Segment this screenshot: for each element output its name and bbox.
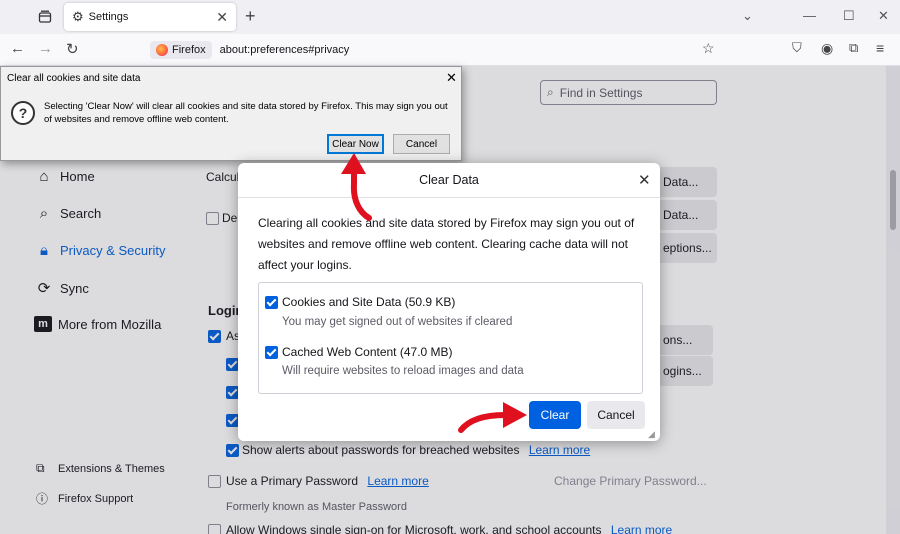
cookies-sub: You may get signed out of websites if cl… — [282, 316, 513, 328]
tab-title: Settings — [88, 11, 129, 23]
clear-data-dialog: Clear Data ✕ Clearing all cookies and si… — [238, 163, 660, 441]
tab-settings[interactable]: ⚙ Settings ✕ — [64, 3, 236, 31]
menu-icon[interactable]: ≡ — [876, 40, 884, 56]
minimize-button[interactable]: — — [803, 8, 816, 23]
confirm-dialog-message: Selecting 'Clear Now' will clear all coo… — [44, 101, 448, 125]
forward-arrow-icon[interactable]: → — [38, 40, 53, 57]
annotation-arrow-right-icon — [458, 402, 527, 433]
bookmark-star-icon[interactable]: ☆ — [702, 40, 715, 57]
annotation-arrow-up-icon — [341, 153, 372, 221]
cookies-checkbox[interactable] — [265, 296, 278, 309]
identity-label: Firefox — [172, 44, 206, 56]
extensions-icon[interactable]: ⧉ — [849, 40, 858, 56]
clear-options-box: Cookies and Site Data (50.9 KB) You may … — [258, 282, 643, 394]
close-window-button[interactable]: ✕ — [878, 8, 889, 24]
close-icon[interactable]: ✕ — [638, 171, 651, 189]
cache-label: Cached Web Content (47.0 MB) — [282, 345, 453, 359]
navigation-bar: ← → ↻ Firefox about:preferences#privacy … — [0, 34, 900, 66]
confirm-dialog-title: Clear all cookies and site data — [7, 73, 141, 84]
url-bar[interactable]: Firefox about:preferences#privacy — [150, 37, 722, 63]
back-arrow-icon[interactable]: ← — [10, 40, 25, 57]
identity-badge[interactable]: Firefox — [150, 41, 212, 59]
cookies-label: Cookies and Site Data (50.9 KB) — [282, 295, 456, 309]
firefox-logo-icon — [156, 44, 168, 56]
cancel-button[interactable]: Cancel — [587, 401, 645, 429]
tab-list-icon — [38, 10, 52, 23]
resize-grip-icon[interactable]: ◢ — [648, 429, 655, 440]
clear-button[interactable]: Clear — [529, 401, 581, 429]
gear-icon: ⚙ — [72, 9, 84, 24]
question-icon: ? — [11, 101, 35, 125]
cache-sub: Will require websites to reload images a… — [282, 365, 524, 377]
confirm-cancel-button[interactable]: Cancel — [393, 134, 450, 154]
chevron-down-icon[interactable]: ⌄ — [742, 8, 753, 24]
pocket-icon[interactable]: ⛉ — [792, 40, 802, 56]
tab-bar: ⚙ Settings ✕ + ⌄ — ☐ ✕ — [0, 0, 900, 34]
cache-checkbox[interactable] — [265, 346, 278, 359]
close-tab-icon[interactable]: ✕ — [216, 9, 228, 26]
url-text[interactable]: about:preferences#privacy — [220, 44, 350, 56]
clear-data-description: Clearing all cookies and site data store… — [258, 216, 635, 272]
maximize-button[interactable]: ☐ — [843, 8, 855, 24]
close-icon[interactable]: ✕ — [446, 70, 457, 86]
clear-data-title: Clear Data — [419, 173, 479, 187]
new-tab-button[interactable]: + — [245, 6, 256, 27]
account-icon[interactable]: ◉ — [821, 40, 833, 57]
reload-icon[interactable]: ↻ — [66, 40, 79, 58]
divider — [238, 197, 660, 198]
tab-list-button[interactable] — [34, 7, 56, 27]
